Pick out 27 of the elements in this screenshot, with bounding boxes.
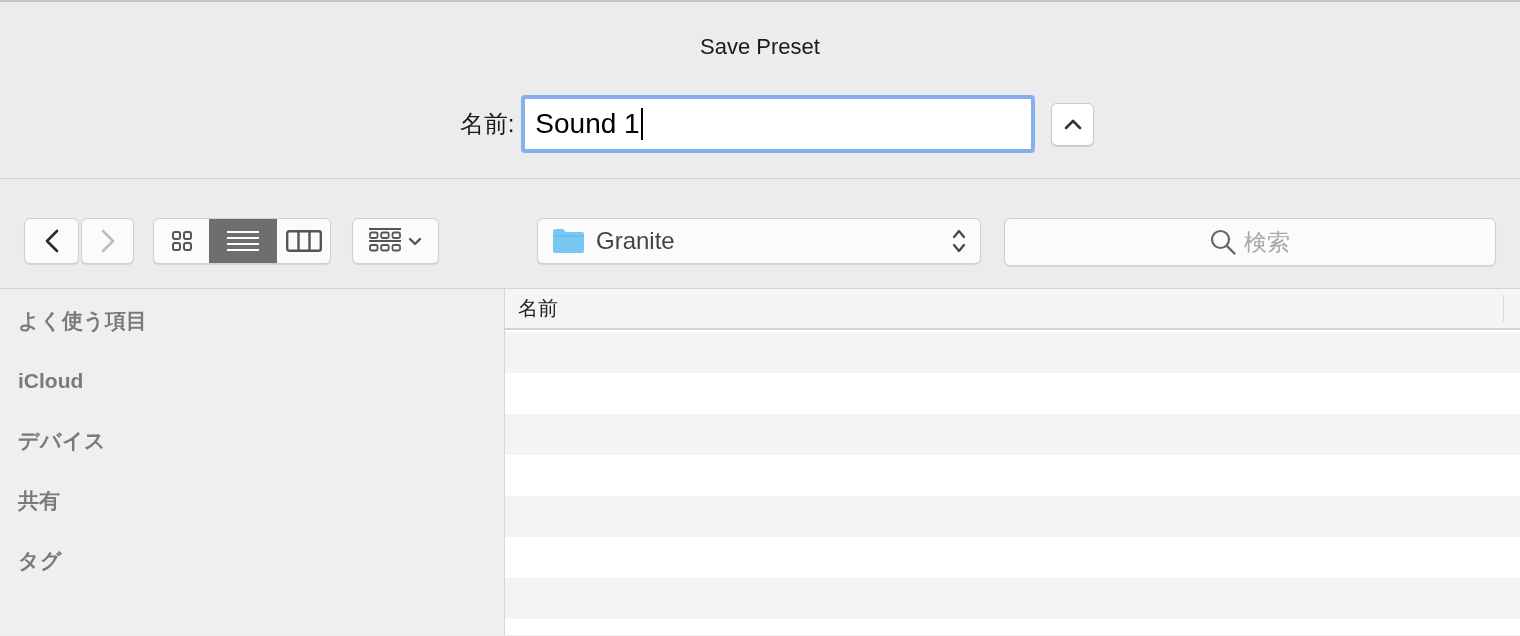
caret-icon: [408, 236, 422, 246]
view-mode-button[interactable]: [209, 219, 277, 263]
sidebar-section-header[interactable]: 共有: [18, 487, 60, 515]
chevron-icon: [1063, 118, 1082, 130]
name-field[interactable]: Sound 1: [521, 95, 1036, 153]
group-grid-icon: [369, 228, 401, 254]
search-field[interactable]: 検索: [1004, 218, 1496, 266]
disclosure-button[interactable]: [1051, 102, 1095, 146]
location-popup[interactable]: Granite: [537, 218, 981, 264]
grid-icon: [170, 230, 193, 252]
columns-icon: [285, 230, 322, 252]
text-cursor-icon: [640, 108, 643, 140]
up-down-chevron-icon: [952, 228, 966, 254]
back-chevron-icon: [44, 229, 59, 253]
sidebar-section-header[interactable]: よく使う項目: [18, 307, 147, 335]
back-button[interactable]: [24, 218, 79, 264]
sidebar-section-header[interactable]: デバイス: [18, 427, 106, 455]
sidebar-section-header[interactable]: iCloud: [18, 369, 84, 393]
forward-chevron-icon: [100, 229, 115, 253]
column-header[interactable]: 名前: [505, 295, 1504, 322]
folder-icon: [552, 228, 585, 254]
window-title: Save Preset: [700, 33, 820, 61]
list-icon: [227, 230, 259, 252]
name-label: 名前:: [459, 109, 515, 139]
group-button[interactable]: [352, 218, 439, 264]
sidebar-section-header[interactable]: タグ: [18, 547, 62, 575]
search-icon: [1210, 229, 1236, 255]
